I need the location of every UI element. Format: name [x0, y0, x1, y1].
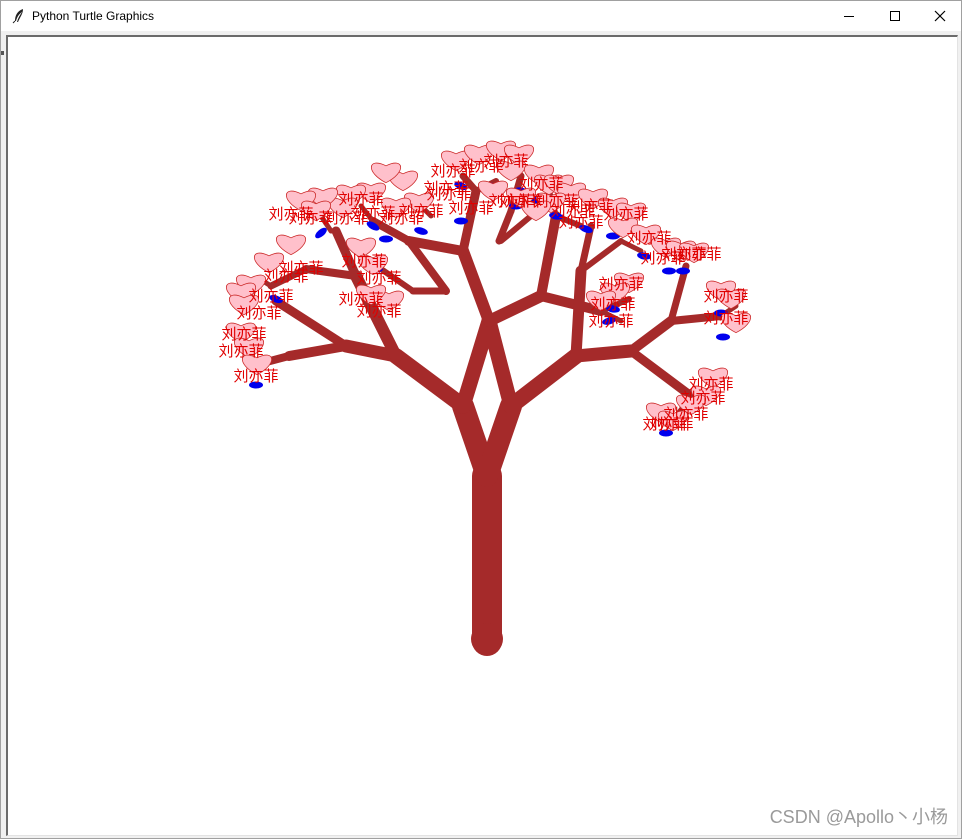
tree-branch [457, 245, 495, 327]
blue-petal [676, 267, 690, 275]
tree-branch [570, 265, 587, 362]
tree-branch [476, 395, 522, 487]
leaf-label: 刘亦菲 [263, 267, 308, 285]
tree-branch [536, 211, 561, 301]
minimize-icon [844, 16, 854, 17]
title-bar[interactable]: Python Turtle Graphics [1, 1, 961, 31]
trunk-base [471, 623, 503, 655]
leaf-label: 刘亦菲 [338, 290, 383, 308]
leaf-label: 刘亦菲 [603, 205, 648, 223]
tree-branch [483, 290, 547, 327]
leaf-label: 刘亦菲 [483, 152, 528, 170]
leaf-label: 刘亦菲 [248, 287, 293, 305]
feather-icon [12, 9, 23, 24]
maximize-button[interactable] [872, 1, 918, 31]
blue-petal [414, 227, 428, 235]
leaf-label: 刘亦菲 [598, 275, 643, 293]
tree-branch [284, 341, 351, 361]
tree-branch [388, 348, 471, 414]
leaf-label: 刘亦菲 [398, 202, 443, 220]
leaf-label: 刘亦菲 [338, 190, 383, 208]
tree-branch [569, 344, 638, 363]
leaf-label: 刘亦菲 [703, 287, 748, 305]
leaf-label: 刘亦菲 [233, 367, 278, 385]
blue-petal [662, 267, 676, 275]
leaf-label: 刘亦菲 [236, 304, 281, 322]
close-button[interactable] [917, 1, 962, 31]
turtle-canvas-frame[interactable]: 刘亦菲 刘亦菲 刘亦菲 刘亦菲 刘亦菲 刘亦菲 刘亦菲 刘亦菲 刘亦菲 刘亦菲 刘亦菲 刘亦菲 刘亦菲刘… [6, 35, 958, 836]
heart-leaf [275, 234, 307, 256]
leaf-label: 刘亦菲 [676, 245, 721, 263]
maximize-icon [890, 11, 900, 21]
tree-branch [626, 316, 676, 356]
leaf-label: 刘亦菲 [268, 205, 313, 223]
blue-petal [379, 235, 393, 243]
tree-branch [481, 313, 519, 414]
leaf-label: 刘亦菲 [488, 192, 533, 210]
leaf-label: 刘亦菲 [218, 342, 263, 360]
leaf-label: 刘亦菲 [703, 309, 748, 327]
tree-branch [271, 296, 351, 351]
leaf-label: 刘亦菲 [518, 175, 563, 193]
minimize-button[interactable] [826, 1, 872, 31]
leaf-label: 刘亦菲 [423, 179, 468, 197]
window-edge-mark [1, 51, 4, 55]
blue-petal [454, 217, 468, 225]
csdn-watermark: CSDN @Apollo丶小杨 [769, 807, 948, 827]
leaf-label: 刘亦菲 [221, 325, 266, 343]
leaf-label: 刘亦菲 [356, 269, 401, 287]
leaf-label: 刘亦菲 [590, 295, 635, 313]
leaf-label: 刘亦菲 [588, 312, 633, 330]
leaf-label: 刘亦菲 [558, 213, 603, 231]
tree-branch [503, 348, 584, 414]
leaf-label: 刘亦菲 [323, 209, 368, 227]
turtle-window: Python Turtle Graphics 刘亦菲 刘亦菲 刘亦菲 刘亦菲 刘亦菲 刘亦… [0, 0, 962, 839]
leaf-label: 刘亦菲 [648, 415, 693, 433]
close-icon [934, 10, 946, 22]
window-title: Python Turtle Graphics [32, 9, 155, 23]
blue-petal [716, 333, 730, 341]
turtle-canvas[interactable]: 刘亦菲刘亦菲刘亦菲刘亦菲刘亦菲刘亦菲刘亦菲刘亦菲刘亦菲刘亦菲刘亦菲刘亦菲刘亦菲刘… [8, 37, 957, 835]
leaf-label: 刘亦菲 [341, 252, 386, 270]
